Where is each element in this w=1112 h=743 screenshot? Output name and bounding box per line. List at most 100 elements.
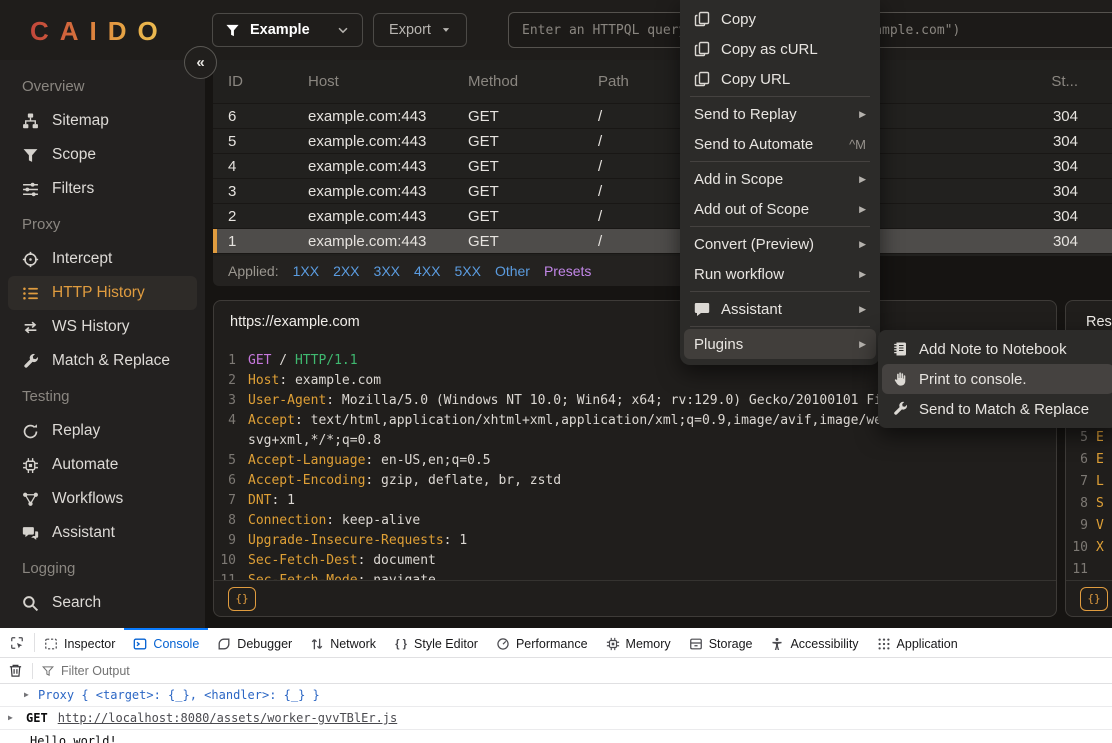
line-number: 5 [1066, 427, 1096, 449]
tab-storage[interactable]: Storage [680, 628, 762, 657]
menu-item-add-out-of-scope[interactable]: Add out of Scope▶ [684, 194, 876, 224]
menu-item-label: Send to Replay [694, 106, 848, 123]
sidebar-item-match-replace[interactable]: Match & Replace [8, 344, 197, 378]
tab-console[interactable]: Console [124, 628, 208, 657]
wrench-icon [892, 401, 908, 417]
copy-icon [694, 71, 710, 87]
tab-network[interactable]: Network [301, 628, 385, 657]
submenu-arrow-icon: ▶ [859, 174, 866, 185]
menu-item-copy-as-curl[interactable]: Copy as cURL [684, 34, 876, 64]
tab-label: Performance [516, 637, 588, 651]
menu-item-label: Add in Scope [694, 171, 848, 188]
hand-icon [892, 371, 908, 387]
sidebar-item-label: WS History [52, 318, 130, 336]
menu-item-send-to-replay[interactable]: Send to Replay▶ [684, 99, 876, 129]
menu-item-assistant[interactable]: Assistant▶ [684, 294, 876, 324]
tab-memory[interactable]: Memory [597, 628, 680, 657]
menu-item-label: Add out of Scope [694, 201, 848, 218]
sidebar-item-scope[interactable]: Scope [8, 138, 197, 172]
sidebar-section-logging: Logging [0, 550, 205, 586]
submenu-arrow-icon: ▶ [859, 339, 866, 350]
sidebar-item-http-history[interactable]: HTTP History [8, 276, 197, 310]
filter-output-input[interactable]: Filter Output [42, 664, 130, 678]
status-filter-4xx[interactable]: 4XX [414, 263, 440, 279]
sidebar-item-replay[interactable]: Replay [8, 414, 197, 448]
sidebar-item-workflows[interactable]: Workflows [8, 482, 197, 516]
expand-arrow-icon[interactable]: ▶ [8, 711, 18, 725]
row-status: 304 [1002, 233, 1112, 250]
presets-link[interactable]: Presets [544, 263, 591, 279]
sidebar-item-automate[interactable]: Automate [8, 448, 197, 482]
tab-application[interactable]: Application [868, 628, 967, 657]
submenu-item-print-to-console[interactable]: Print to console. [882, 364, 1112, 394]
code-text: L [1096, 471, 1104, 493]
export-button[interactable]: Export [373, 13, 467, 47]
sidebar-item-filters[interactable]: Filters [8, 172, 197, 206]
pick-element-button[interactable] [0, 628, 34, 657]
table-row[interactable]: 5example.com:443GET/304 [213, 129, 1112, 154]
line-number: 3 [214, 391, 248, 411]
sidebar-collapse-button[interactable]: « [184, 46, 217, 79]
status-filter-other[interactable]: Other [495, 263, 530, 279]
menu-item-send-to-automate[interactable]: Send to Automate^M [684, 129, 876, 159]
code-line: 8Connection: keep-alive [214, 511, 1056, 531]
status-filter-3xx[interactable]: 3XX [374, 263, 400, 279]
submenu-item-send-to-match-replace[interactable]: Send to Match & Replace [882, 394, 1112, 424]
menu-item-label: Print to console. [919, 371, 1104, 388]
tab-inspector[interactable]: Inspector [35, 628, 124, 657]
row-method: GET [468, 233, 598, 250]
menu-item-copy-url[interactable]: Copy URL [684, 64, 876, 94]
line-number: 9 [1066, 515, 1096, 537]
table-row[interactable]: 3example.com:443GET/304 [213, 179, 1112, 204]
sidebar-item-label: Replay [52, 422, 100, 440]
table-row[interactable]: 6example.com:443GET/304 [213, 104, 1112, 129]
sitemap-icon [22, 113, 39, 130]
trash-icon[interactable] [8, 663, 23, 678]
line-number: 11 [1066, 559, 1096, 581]
tab-accessibility[interactable]: Accessibility [761, 628, 867, 657]
row-status: 304 [1002, 108, 1112, 125]
menu-item-add-in-scope[interactable]: Add in Scope ▶ [684, 164, 876, 194]
menu-item-run-workflow[interactable]: Run workflow▶ [684, 259, 876, 289]
submenu-item-add-note-to-notebook[interactable]: Add Note to Notebook [882, 334, 1112, 364]
sidebar-item-search[interactable]: Search [8, 586, 197, 620]
project-selector[interactable]: Example [212, 13, 363, 47]
code-text: E [1096, 427, 1104, 449]
code-text: S [1096, 493, 1104, 515]
sidebar-item-ws-history[interactable]: WS History [8, 310, 197, 344]
format-button[interactable]: {} [228, 587, 256, 611]
response-editor[interactable]: 5E6E7L8S9V10X11 [1066, 427, 1112, 581]
expand-arrow-icon[interactable]: ▶ [24, 688, 34, 702]
status-filter-2xx[interactable]: 2XX [333, 263, 359, 279]
console-url-link[interactable]: http://localhost:8080/assets/worker-gvvT… [58, 711, 398, 725]
table-row[interactable]: 1example.com:443GET/304 [213, 229, 1112, 254]
tab-performance[interactable]: Performance [487, 628, 597, 657]
console-output: ▶Proxy { <target>: {_}, <handler>: {_} }… [0, 684, 1112, 743]
format-button[interactable]: {} [1080, 587, 1108, 611]
status-filter-5xx[interactable]: 5XX [454, 263, 480, 279]
menu-shortcut: ^M [849, 137, 866, 152]
chip-icon [22, 457, 39, 474]
table-row[interactable]: 4example.com:443GET/304 [213, 154, 1112, 179]
request-footer: {} [214, 580, 1056, 616]
table-row[interactable]: 2example.com:443GET/304 [213, 204, 1112, 229]
sidebar-item-sitemap[interactable]: Sitemap [8, 104, 197, 138]
menu-item-convert-preview[interactable]: Convert (Preview)▶ [684, 229, 876, 259]
code-text: Accept-Encoding: gzip, deflate, br, zstd [248, 471, 561, 491]
line-number: 2 [214, 371, 248, 391]
tab-style-editor[interactable]: { }Style Editor [385, 628, 487, 657]
sidebar-item-label: Automate [52, 456, 118, 474]
menu-item-plugins[interactable]: Plugins▶ [684, 329, 876, 359]
column-header-host: Host [308, 73, 468, 90]
sidebar-item-intercept[interactable]: Intercept [8, 242, 197, 276]
sidebar-item-assistant[interactable]: Assistant [8, 516, 197, 550]
console-row[interactable]: ▶Proxy { <target>: {_}, <handler>: {_} } [0, 684, 1112, 707]
menu-item-copy[interactable]: Copy [684, 4, 876, 34]
line-number: 5 [214, 451, 248, 471]
console-row[interactable]: ▶GEThttp://localhost:8080/assets/worker-… [0, 707, 1112, 730]
console-row[interactable]: Hello world! [0, 730, 1112, 743]
status-filter-1xx[interactable]: 1XX [293, 263, 319, 279]
column-header-st: St... [1002, 73, 1112, 90]
tab-debugger[interactable]: Debugger [208, 628, 301, 657]
submenu-arrow-icon: ▶ [859, 239, 866, 250]
